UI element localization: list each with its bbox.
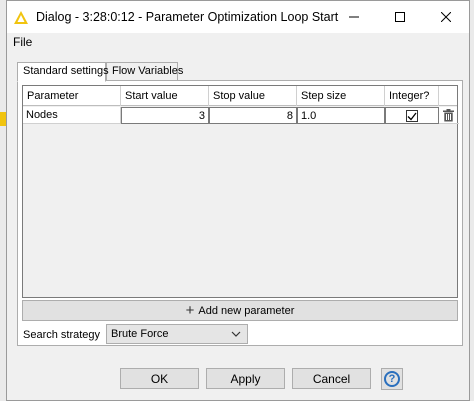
- chevron-down-icon: [231, 331, 241, 337]
- add-parameter-label: Add new parameter: [198, 304, 295, 317]
- integer-checkbox[interactable]: [406, 110, 418, 122]
- close-icon: [441, 12, 451, 22]
- column-header-step-size[interactable]: Step size: [297, 86, 385, 106]
- cell-start-value[interactable]: 3: [121, 107, 209, 124]
- tab-flow-variables[interactable]: Flow Variables: [106, 62, 183, 81]
- cell-stop-value[interactable]: 8: [209, 107, 297, 124]
- table-header: Parameter Start value Stop value Step si…: [23, 86, 457, 106]
- parameter-table: Parameter Start value Stop value Step si…: [22, 85, 459, 298]
- cancel-button[interactable]: Cancel: [292, 368, 371, 389]
- apply-button[interactable]: Apply: [206, 368, 285, 389]
- dialog-window: Dialog - 3:28:0:12 - Parameter Optimizat…: [6, 0, 470, 401]
- cell-integer: [385, 107, 439, 124]
- search-strategy-select[interactable]: Brute Force: [106, 324, 248, 344]
- cell-step-size[interactable]: 1.0: [297, 107, 385, 124]
- cell-parameter[interactable]: Nodes: [23, 107, 121, 124]
- close-button[interactable]: [423, 1, 469, 33]
- title-bar[interactable]: Dialog - 3:28:0:12 - Parameter Optimizat…: [7, 1, 469, 33]
- window-title: Dialog - 3:28:0:12 - Parameter Optimizat…: [36, 10, 339, 24]
- maximize-button[interactable]: [377, 1, 423, 33]
- minimize-button[interactable]: [331, 1, 377, 33]
- column-header-delete: [439, 86, 459, 106]
- column-header-parameter[interactable]: Parameter: [23, 86, 121, 106]
- settings-panel: Parameter Start value Stop value Step si…: [17, 80, 463, 346]
- knime-warning-triangle-icon: [14, 10, 28, 24]
- window-controls: [331, 1, 469, 33]
- column-header-integer[interactable]: Integer?: [385, 86, 439, 106]
- tab-standard-settings[interactable]: Standard settings: [17, 62, 109, 82]
- minimize-icon: [349, 16, 359, 18]
- menu-file[interactable]: File: [13, 35, 32, 49]
- ok-button[interactable]: OK: [120, 368, 199, 389]
- cell-delete: [439, 107, 459, 124]
- help-icon: ?: [384, 371, 400, 387]
- checkmark-icon: [407, 112, 417, 120]
- search-strategy-label: Search strategy: [23, 329, 101, 341]
- column-header-stop-value[interactable]: Stop value: [209, 86, 297, 106]
- search-strategy-value: Brute Force: [111, 328, 169, 340]
- column-header-start-value[interactable]: Start value: [121, 86, 209, 106]
- maximize-icon: [395, 12, 405, 22]
- plus-icon: +: [185, 302, 195, 319]
- help-button[interactable]: ?: [381, 368, 403, 390]
- add-parameter-button[interactable]: + Add new parameter: [22, 300, 458, 321]
- trash-icon[interactable]: [442, 108, 455, 122]
- table-row[interactable]: Nodes 3 8 1.0: [23, 107, 459, 124]
- menu-bar: File: [7, 33, 469, 53]
